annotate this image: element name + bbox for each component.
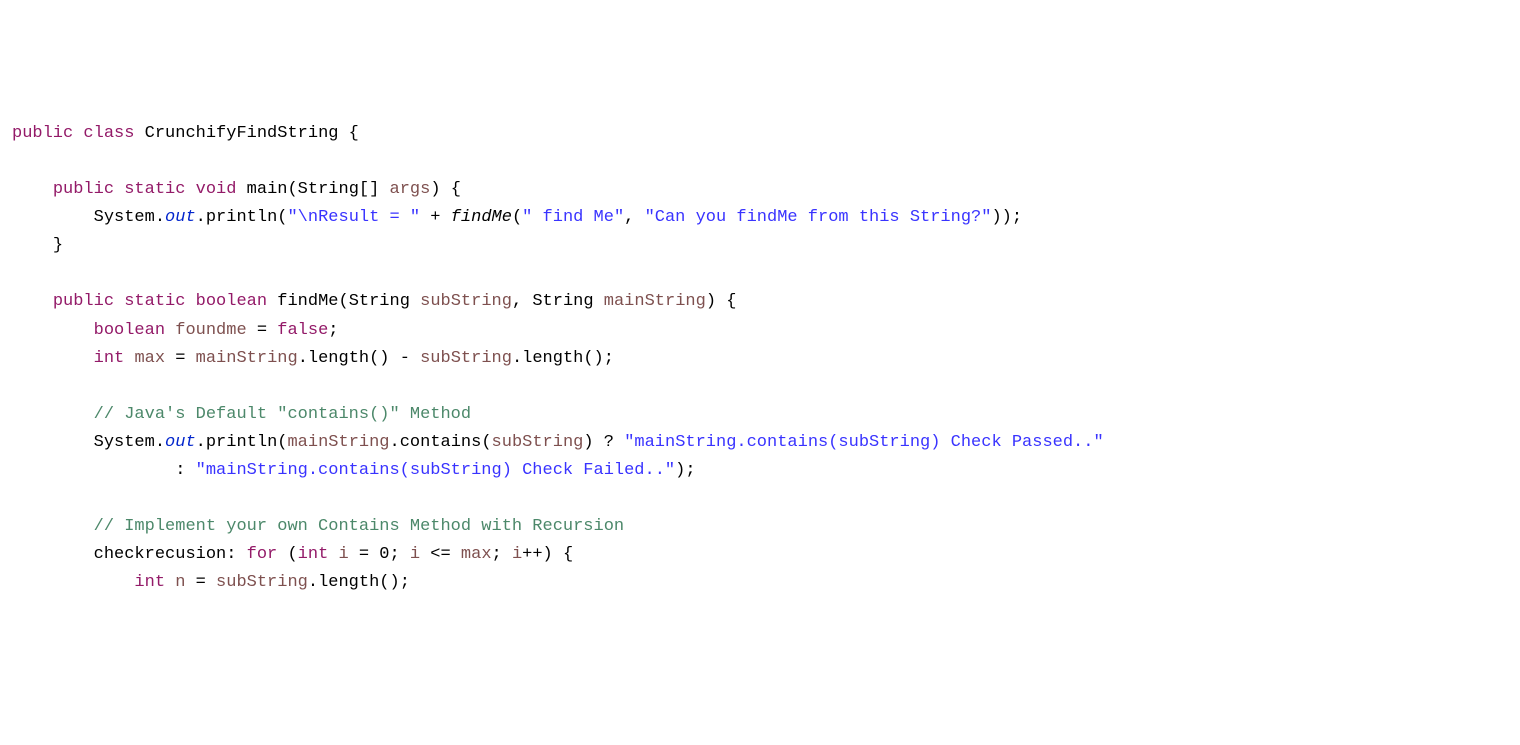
- keyword-boolean: boolean: [196, 292, 267, 311]
- keyword-int: int: [134, 573, 165, 592]
- field-out: out: [165, 433, 196, 452]
- system: System.: [94, 208, 165, 227]
- println: .println(: [196, 433, 288, 452]
- field-out: out: [165, 208, 196, 227]
- indent: [12, 180, 53, 199]
- indent: [12, 461, 175, 480]
- param-args: args: [390, 180, 431, 199]
- comment: // Java's Default "contains()" Method: [94, 405, 471, 424]
- keyword-boolean: boolean: [94, 321, 165, 340]
- params-open: (String: [339, 292, 421, 311]
- indent: [12, 545, 94, 564]
- indent: [12, 573, 134, 592]
- indent: [12, 349, 94, 368]
- params-close: ) {: [430, 180, 461, 199]
- for-open: (: [277, 545, 297, 564]
- code-block: public class CrunchifyFindString { publi…: [12, 120, 1508, 597]
- lte: <=: [420, 545, 461, 564]
- param-mainstring: mainString: [196, 349, 298, 368]
- brace: {: [338, 124, 358, 143]
- keyword-class: class: [83, 124, 134, 143]
- equals: =: [247, 321, 278, 340]
- local-n: n: [175, 573, 185, 592]
- colon: :: [175, 461, 195, 480]
- indent: [12, 321, 94, 340]
- keyword-false: false: [277, 321, 328, 340]
- param-mainstring: mainString: [287, 433, 389, 452]
- local-i: i: [410, 545, 420, 564]
- string-literal: "Can you findMe from this String?": [645, 208, 992, 227]
- method-call-findme: findMe: [451, 208, 512, 227]
- keyword-public: public: [53, 180, 114, 199]
- label: checkrecusion:: [94, 545, 247, 564]
- params-open: (String[]: [287, 180, 389, 199]
- method-name: findMe: [277, 292, 338, 311]
- ternary: ) ?: [583, 433, 624, 452]
- semicolon: ;: [492, 545, 512, 564]
- paren-close: ));: [991, 208, 1022, 227]
- length-call: .length();: [512, 349, 614, 368]
- increment: ++) {: [522, 545, 573, 564]
- method-name: main: [247, 180, 288, 199]
- param-mainstring: mainString: [604, 292, 706, 311]
- local-max: max: [461, 545, 492, 564]
- indent: [12, 433, 94, 452]
- indent: [12, 405, 94, 424]
- indent: [12, 292, 53, 311]
- string-literal: " find Me": [522, 208, 624, 227]
- string-literal: "\nResult = ": [287, 208, 420, 227]
- local-i: i: [338, 545, 348, 564]
- brace-close: }: [53, 236, 63, 255]
- paren-close: );: [675, 461, 695, 480]
- length-call: .length() -: [298, 349, 420, 368]
- string-literal: "mainString.contains(subString) Check Pa…: [624, 433, 1103, 452]
- keyword-public: public: [12, 124, 73, 143]
- plus: +: [420, 208, 451, 227]
- contains-call: .contains(: [390, 433, 492, 452]
- param-substring: subString: [216, 573, 308, 592]
- system: System.: [94, 433, 165, 452]
- class-name: CrunchifyFindString: [145, 124, 339, 143]
- indent: [12, 208, 94, 227]
- comma: ,: [624, 208, 644, 227]
- keyword-int: int: [298, 545, 329, 564]
- comma: , String: [512, 292, 604, 311]
- equals: =: [185, 573, 216, 592]
- keyword-public: public: [53, 292, 114, 311]
- keyword-static: static: [124, 180, 185, 199]
- indent: [12, 236, 53, 255]
- keyword-static: static: [124, 292, 185, 311]
- semicolon: ;: [328, 321, 338, 340]
- local-foundme: foundme: [175, 321, 246, 340]
- length-call: .length();: [308, 573, 410, 592]
- equals: = 0;: [349, 545, 410, 564]
- paren-open: (: [512, 208, 522, 227]
- keyword-void: void: [196, 180, 237, 199]
- local-max: max: [134, 349, 165, 368]
- local-i: i: [512, 545, 522, 564]
- param-substring: subString: [420, 349, 512, 368]
- keyword-for: for: [247, 545, 278, 564]
- param-substring: subString: [492, 433, 584, 452]
- keyword-int: int: [94, 349, 125, 368]
- params-close: ) {: [706, 292, 737, 311]
- println: .println(: [196, 208, 288, 227]
- param-substring: subString: [420, 292, 512, 311]
- string-literal: "mainString.contains(subString) Check Fa…: [196, 461, 675, 480]
- equals: =: [165, 349, 196, 368]
